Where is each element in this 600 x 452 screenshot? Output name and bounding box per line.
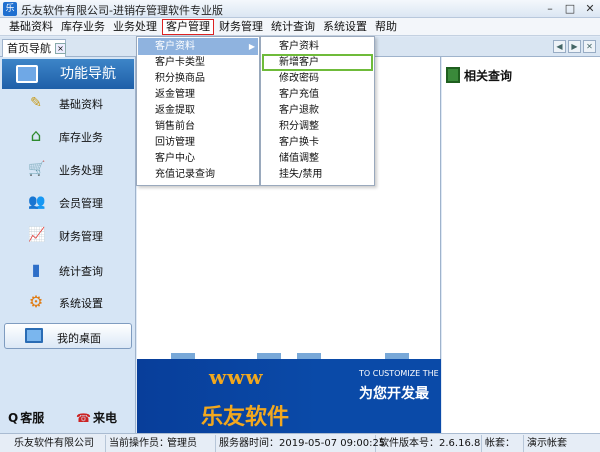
tab-close-icon[interactable]: × <box>55 43 66 54</box>
sidebar-header-label: 功能导航 <box>60 66 116 82</box>
customer-submenu: 客户资料 新增客户 修改密码 客户充值 客户退款 积分调整 客户换卡 储值调整 … <box>260 36 375 186</box>
close-button[interactable]: ✕ <box>584 2 596 15</box>
sidebar-item-business[interactable]: 🛒 业务处理 <box>0 153 136 186</box>
status-server-time-value: 2019-05-07 09:00:25 <box>276 434 385 452</box>
status-server-time-label: 服务器时间： <box>219 437 279 449</box>
tab-navigation: ◀ ▶ ✕ <box>553 40 596 53</box>
banner-brand: 乐友软件 <box>201 404 290 430</box>
sidebar: 功能导航 ✎ 基础资料 ⌂ 库存业务 🛒 业务处理 👥 会员管理 📈 财务管理 … <box>0 57 136 433</box>
incoming-call-label: 来电 <box>92 411 117 425</box>
sidebar-contact: Q 客服 ☎ 来电 <box>0 409 136 431</box>
app-logo-icon: 乐 <box>3 2 17 16</box>
maximize-button[interactable]: □ <box>564 2 576 15</box>
tab-home-navigation[interactable]: 首页导航 × <box>2 39 66 57</box>
customer-menu-item[interactable]: 客户中心 <box>138 150 258 167</box>
status-company: 乐友软件有限公司 <box>0 434 106 452</box>
customer-menu-item[interactable]: 客户卡类型 <box>138 54 258 71</box>
qq-icon: Q <box>8 411 19 425</box>
submenu-item[interactable]: 积分调整 <box>262 118 373 135</box>
submenu-item[interactable]: 客户资料 <box>262 38 373 55</box>
window-title: 乐友软件有限公司-进销存管理软件专业版 <box>21 4 223 17</box>
chart-icon: 📈 <box>28 227 46 243</box>
house-icon: ⌂ <box>30 126 42 146</box>
my-desktop-button[interactable]: 我的桌面 <box>4 323 132 349</box>
banner-www: www <box>209 365 264 389</box>
sidebar-item-system-settings[interactable]: ⚙ 系统设置 <box>0 286 136 319</box>
sidebar-header: 功能导航 <box>2 59 134 89</box>
submenu-item[interactable]: 客户换卡 <box>262 134 373 151</box>
related-queries-panel: 相关查询 <box>442 57 600 433</box>
submenu-item[interactable]: 储值调整 <box>262 150 373 167</box>
minimize-button[interactable]: – <box>544 2 556 15</box>
customer-menu-item-label: 客户资料 <box>155 41 195 52</box>
menu-statistics[interactable]: 统计查询 <box>268 19 318 35</box>
menu-inventory[interactable]: 库存业务 <box>58 19 108 35</box>
bars-icon: ▮ <box>31 260 41 279</box>
menu-finance[interactable]: 财务管理 <box>216 19 266 35</box>
sidebar-item-inventory[interactable]: ⌂ 库存业务 <box>0 120 136 153</box>
submenu-item[interactable]: 挂失/禁用 <box>262 166 373 183</box>
submenu-arrow-icon: ▶ <box>248 42 255 51</box>
users-icon: 👥 <box>28 194 46 210</box>
menu-bar: 基础资料 库存业务 业务处理 客户管理 财务管理 统计查询 系统设置 帮助 <box>0 18 600 36</box>
sidebar-item-finance[interactable]: 📈 财务管理 <box>0 219 136 252</box>
sidebar-item-label: 会员管理 <box>59 197 103 210</box>
my-desktop-label: 我的桌面 <box>57 332 101 345</box>
status-operator-label: 当前操作员： <box>109 437 169 449</box>
sidebar-item-label: 财务管理 <box>59 230 103 243</box>
sidebar-item-label: 系统设置 <box>59 297 103 310</box>
status-bar: 乐友软件有限公司 当前操作员： 管理员 服务器时间： 2019-05-07 09… <box>0 433 600 452</box>
tab-label: 首页导航 <box>7 42 51 55</box>
monitor-icon <box>16 65 38 83</box>
status-version-value: 2.6.16.8 <box>436 434 482 452</box>
tab-close-all-icon[interactable]: ✕ <box>583 40 596 53</box>
status-account-label: 帐套： <box>482 434 524 452</box>
window-controls: – □ ✕ <box>544 2 596 15</box>
sidebar-item-basic-data[interactable]: ✎ 基础资料 <box>0 87 136 120</box>
title-bar: 乐 乐友软件有限公司-进销存管理软件专业版 – □ ✕ <box>0 0 600 18</box>
menu-system-settings[interactable]: 系统设置 <box>320 19 370 35</box>
tab-back-icon[interactable]: ◀ <box>553 40 566 53</box>
menu-customer-management[interactable]: 客户管理 <box>162 18 214 35</box>
submenu-item[interactable]: 客户退款 <box>262 102 373 119</box>
submenu-item[interactable]: 客户充值 <box>262 86 373 103</box>
banner-tagline-en: TO CUSTOMIZE THE E <box>359 369 447 378</box>
customer-menu-item[interactable]: 回访管理 <box>138 134 258 151</box>
customer-menu-item[interactable]: 返金提取 <box>138 102 258 119</box>
banner-tagline-cn: 为您开发最 <box>359 386 429 402</box>
sidebar-item-label: 业务处理 <box>59 164 103 177</box>
submenu-item-new-customer[interactable]: 新增客户 <box>262 54 373 71</box>
phone-icon: ☎ <box>76 411 91 425</box>
sidebar-item-label: 统计查询 <box>59 265 103 278</box>
customer-menu-dropdown: 客户资料 ▶ 客户卡类型 积分换商品 返金管理 返金提取 销售前台 回访管理 客… <box>136 36 260 186</box>
sidebar-item-label: 库存业务 <box>59 131 103 144</box>
sidebar-item-members[interactable]: 👥 会员管理 <box>0 186 136 219</box>
customer-menu-item[interactable]: 销售前台 <box>138 118 258 135</box>
customer-menu-item[interactable]: 充值记录查询 <box>138 166 258 183</box>
incoming-call-link[interactable]: ☎ 来电 <box>76 409 117 426</box>
desktop-icon <box>25 328 43 343</box>
menu-business[interactable]: 业务处理 <box>110 19 160 35</box>
sidebar-item-statistics[interactable]: ▮ 统计查询 <box>0 254 136 287</box>
customer-service-link[interactable]: Q 客服 <box>8 409 44 426</box>
status-operator-value: 管理员 <box>164 434 216 452</box>
status-account-value: 演示帐套 <box>527 437 567 449</box>
menu-basic-data[interactable]: 基础资料 <box>6 19 56 35</box>
cart-icon: 🛒 <box>28 161 46 177</box>
ad-banner[interactable]: www 乐友软件 TO CUSTOMIZE THE E 为您开发最 <box>137 359 446 433</box>
customer-menu-item[interactable]: 积分换商品 <box>138 70 258 87</box>
customer-menu-item[interactable]: 返金管理 <box>138 86 258 103</box>
tab-forward-icon[interactable]: ▶ <box>568 40 581 53</box>
query-icon <box>446 67 460 83</box>
customer-menu-item[interactable]: 客户资料 ▶ <box>138 38 258 55</box>
gear-icon: ⚙ <box>28 292 44 311</box>
status-version-label: 软件版本号： <box>379 437 439 449</box>
related-queries-title: 相关查询 <box>446 67 512 84</box>
menu-help[interactable]: 帮助 <box>372 19 400 35</box>
submenu-item[interactable]: 修改密码 <box>262 70 373 87</box>
pencil-icon: ✎ <box>30 95 42 111</box>
sidebar-item-label: 基础资料 <box>59 98 103 111</box>
related-queries-label: 相关查询 <box>464 69 513 83</box>
customer-service-label: 客服 <box>20 411 45 425</box>
